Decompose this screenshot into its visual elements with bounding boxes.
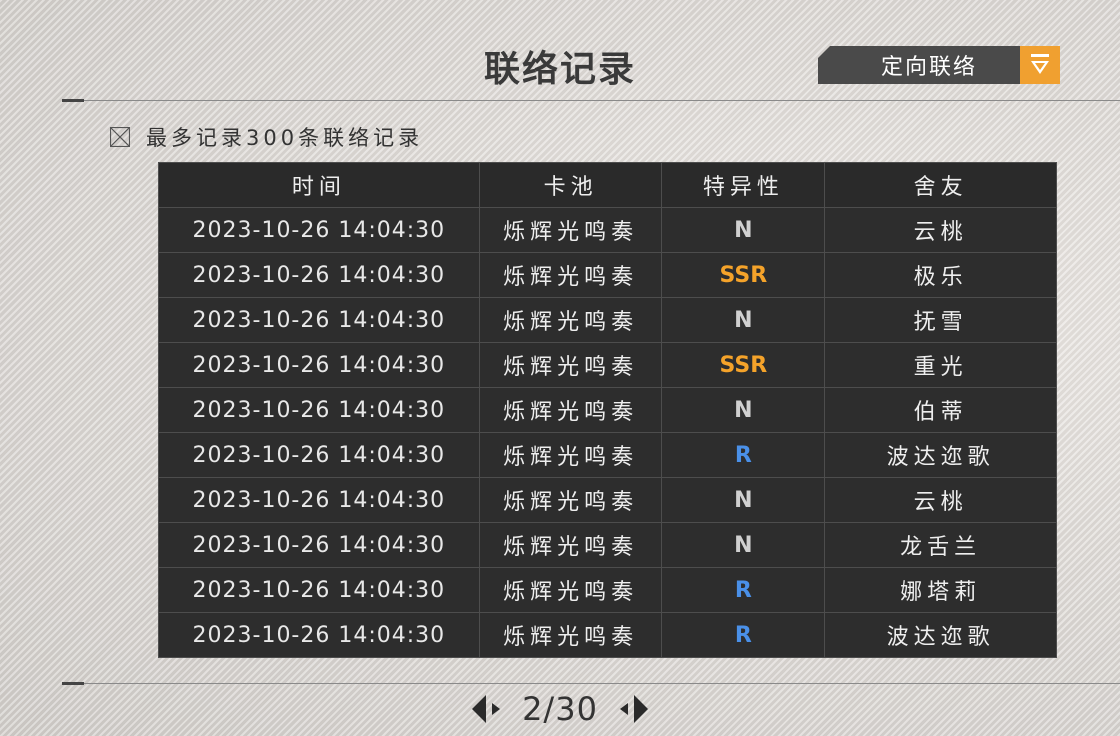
cell-pool: 烁辉光鸣奏 xyxy=(478,297,663,343)
cell-time: 2023-10-26 14:04:30 xyxy=(158,252,480,298)
cell-pool: 烁辉光鸣奏 xyxy=(478,252,663,298)
table-row: 2023-10-26 14:04:30 烁辉光鸣奏 N 云桃 xyxy=(158,207,1057,253)
cell-friend: 极乐 xyxy=(824,252,1057,298)
cell-rarity: N xyxy=(661,522,826,568)
checkbox-icon xyxy=(110,127,130,147)
record-limit-text: 最多记录300条联络记录 xyxy=(146,126,424,150)
table-row: 2023-10-26 14:04:30 烁辉光鸣奏 N 龙舌兰 xyxy=(158,522,1057,568)
table-row: 2023-10-26 14:04:30 烁辉光鸣奏 R 娜塔莉 xyxy=(158,567,1057,613)
bottom-divider xyxy=(62,682,1120,685)
cell-pool: 烁辉光鸣奏 xyxy=(478,387,663,433)
chevron-down-icon[interactable] xyxy=(1020,46,1060,84)
cell-time: 2023-10-26 14:04:30 xyxy=(158,342,480,388)
table-row: 2023-10-26 14:04:30 烁辉光鸣奏 N 云桃 xyxy=(158,477,1057,523)
page-indicator: 2/30 xyxy=(522,690,598,728)
cell-time: 2023-10-26 14:04:30 xyxy=(158,477,480,523)
cell-pool: 烁辉光鸣奏 xyxy=(478,522,663,568)
pagination: 2/30 xyxy=(0,690,1120,728)
cell-friend: 重光 xyxy=(824,342,1057,388)
next-page-button[interactable] xyxy=(616,693,650,725)
cell-time: 2023-10-26 14:04:30 xyxy=(158,297,480,343)
column-header-friend: 舍友 xyxy=(824,162,1057,208)
record-limit-note: 最多记录300条联络记录 xyxy=(110,122,423,152)
cell-rarity: SSR xyxy=(661,342,826,388)
cell-friend: 波达迩歌 xyxy=(824,612,1057,658)
cell-time: 2023-10-26 14:04:30 xyxy=(158,522,480,568)
cell-friend: 云桃 xyxy=(824,207,1057,253)
cell-friend: 波达迩歌 xyxy=(824,432,1057,478)
cell-friend: 云桃 xyxy=(824,477,1057,523)
top-divider xyxy=(62,99,1120,102)
cell-pool: 烁辉光鸣奏 xyxy=(478,477,663,523)
cell-rarity: N xyxy=(661,297,826,343)
cell-friend: 娜塔莉 xyxy=(824,567,1057,613)
cell-pool: 烁辉光鸣奏 xyxy=(478,432,663,478)
column-header-pool: 卡池 xyxy=(478,162,663,208)
cell-time: 2023-10-26 14:04:30 xyxy=(158,387,480,433)
cell-rarity: N xyxy=(661,387,826,433)
cell-rarity: R xyxy=(661,567,826,613)
cell-pool: 烁辉光鸣奏 xyxy=(478,567,663,613)
cell-time: 2023-10-26 14:04:30 xyxy=(158,567,480,613)
cell-friend: 伯蒂 xyxy=(824,387,1057,433)
cell-time: 2023-10-26 14:04:30 xyxy=(158,432,480,478)
cell-pool: 烁辉光鸣奏 xyxy=(478,342,663,388)
dropdown-label: 定向联络 xyxy=(880,55,977,80)
chevron-right-icon xyxy=(619,695,648,723)
cell-rarity: N xyxy=(661,207,826,253)
contact-type-dropdown[interactable]: 定向联络 xyxy=(818,46,1060,84)
table-row: 2023-10-26 14:04:30 烁辉光鸣奏 R 波达迩歌 xyxy=(158,432,1057,478)
record-table: 时间 卡池 特异性 舍友 2023-10-26 14:04:30 烁辉光鸣奏 N… xyxy=(158,162,1057,658)
table-row: 2023-10-26 14:04:30 烁辉光鸣奏 N 伯蒂 xyxy=(158,387,1057,433)
table-row: 2023-10-26 14:04:30 烁辉光鸣奏 SSR 重光 xyxy=(158,342,1057,388)
table-row: 2023-10-26 14:04:30 烁辉光鸣奏 R 波达迩歌 xyxy=(158,612,1057,658)
cell-time: 2023-10-26 14:04:30 xyxy=(158,612,480,658)
table-header-row: 时间 卡池 特异性 舍友 xyxy=(158,162,1057,208)
cell-rarity: R xyxy=(661,612,826,658)
cell-rarity: R xyxy=(661,432,826,478)
chevron-left-icon xyxy=(472,695,501,723)
cell-rarity: SSR xyxy=(661,252,826,298)
prev-page-button[interactable] xyxy=(470,693,504,725)
table-row: 2023-10-26 14:04:30 烁辉光鸣奏 SSR 极乐 xyxy=(158,252,1057,298)
table-row: 2023-10-26 14:04:30 烁辉光鸣奏 N 抚雪 xyxy=(158,297,1057,343)
cell-pool: 烁辉光鸣奏 xyxy=(478,207,663,253)
cell-time: 2023-10-26 14:04:30 xyxy=(158,207,480,253)
cell-rarity: N xyxy=(661,477,826,523)
column-header-time: 时间 xyxy=(158,162,480,208)
cell-friend: 抚雪 xyxy=(824,297,1057,343)
cell-friend: 龙舌兰 xyxy=(824,522,1057,568)
column-header-rarity: 特异性 xyxy=(661,162,826,208)
cell-pool: 烁辉光鸣奏 xyxy=(478,612,663,658)
